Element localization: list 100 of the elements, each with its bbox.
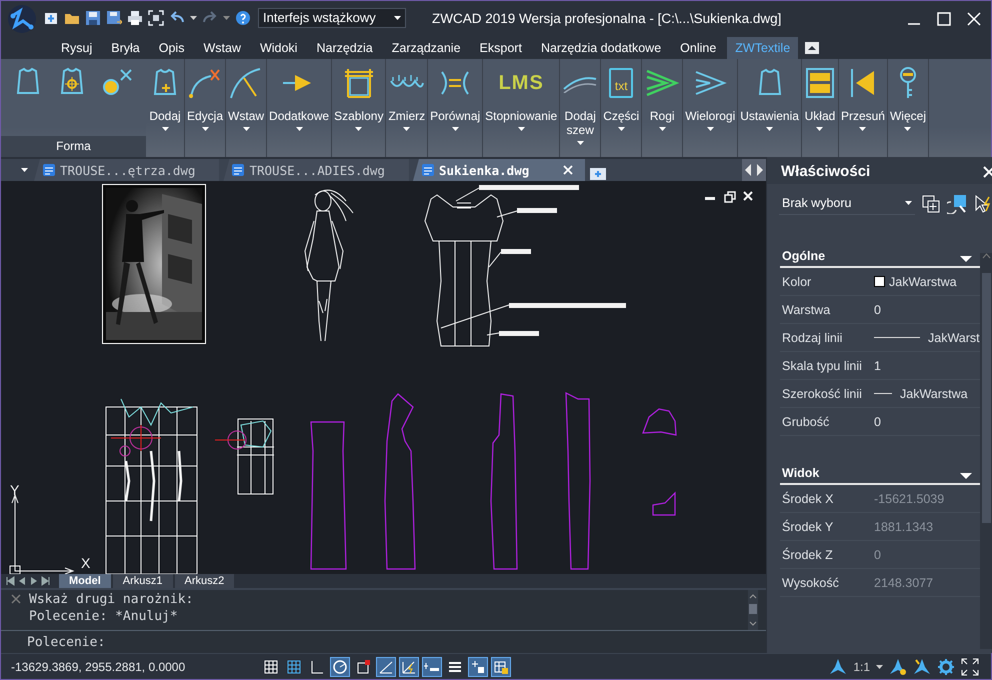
ribbon-tab[interactable]: Bryła [103,36,148,58]
collapse-caret-icon[interactable] [960,472,972,480]
ribbon-tool-button[interactable]: Przesuń [838,59,888,157]
status-toggle-button[interactable] [330,656,350,676]
ribbon-tool-button[interactable]: Ustawienia [738,59,802,157]
ribbon-tool-button[interactable]: Zmierz [386,59,428,157]
viewport-restore-icon[interactable] [724,191,736,203]
ribbon-tool-button[interactable]: txt Części [601,59,642,157]
status-toggle-button[interactable] [491,656,511,676]
ribbon-tool-button[interactable]: Wielorogi [683,59,738,157]
fullscreen-icon[interactable] [961,658,979,676]
property-value[interactable]: 0 [874,414,881,428]
help-icon[interactable] [235,10,251,26]
zoom-extents-icon[interactable] [148,10,164,26]
status-toggle-button[interactable] [399,656,419,676]
layout-icon [804,67,836,99]
quick-select-icon[interactable] [921,194,941,214]
ribbon-tool-button[interactable]: Rogi [642,59,684,157]
ribbon-tab[interactable]: Online [672,36,724,58]
ribbon-tool-button[interactable]: Dodaj szew [560,59,602,157]
property-value[interactable]: JakWarstwa [889,274,957,288]
annotation-visibility-icon[interactable] [889,658,907,676]
window-title: ZWCAD 2019 Wersja profesjonalna - [C:\...\Sukienka.dwg] [432,11,782,26]
file-icon [420,163,435,177]
ribbon-tool-button[interactable]: Szablony [332,59,386,157]
ribbon-tool-button[interactable]: Dodatkowe [267,59,332,157]
caret-icon [355,127,362,131]
property-value: 2148.3077 [874,576,934,590]
printer-icon[interactable] [127,10,143,26]
ribbon-tab[interactable]: Narzędzia dodatkowe [532,36,670,58]
status-toggle-button[interactable] [422,656,442,676]
file-icon [231,163,246,177]
ribbon-tool-button[interactable]: Więcej [888,59,929,157]
angle-lightning-icon [401,658,417,674]
property-value: 1881.1343 [874,520,934,534]
snap-grid-icon [286,658,302,674]
first-icon[interactable] [5,575,15,587]
property-label: Warstwa [781,302,832,316]
layout-tab[interactable]: Model [59,574,111,588]
property-value[interactable]: JakWarst [928,330,980,344]
scrollbar[interactable] [980,253,992,649]
save-icon[interactable] [85,10,101,26]
ribbon-tool-button[interactable]: Układ [802,59,839,157]
ribbon-tool-button[interactable]: LMS Stopniowanie [483,59,560,157]
ribbon-tab[interactable]: Rysuj [53,36,100,58]
caret-icon [876,664,883,668]
selection-dropdown[interactable]: Brak wyboru [779,192,915,215]
caret-icon [706,127,714,131]
workspace-dropdown[interactable]: Interfejs wstążkowy [258,8,406,28]
layout-tab[interactable]: Arkusz2 [174,574,234,588]
save-as-icon[interactable] [106,10,122,26]
select-objects-icon[interactable] [947,194,967,214]
ribbon-tab[interactable]: Opis [150,36,192,58]
caret-icon [394,16,401,20]
ribbon-tool-button[interactable]: Porównaj [428,59,484,157]
logo-icon[interactable] [7,4,37,34]
maximize-icon[interactable] [937,12,951,26]
caret-icon [618,127,625,131]
layout-tab[interactable]: Arkusz1 [112,574,173,588]
ribbon-tab[interactable]: Wstaw [195,36,249,58]
polar-icon [332,658,348,674]
caret-icon [766,127,774,131]
new-tab-icon[interactable] [589,165,608,181]
viewport-close-icon[interactable] [743,191,753,201]
document-tab[interactable]: TROUSE...ętrza.dwg [34,159,220,181]
section-header: Ogólne [782,249,826,263]
previous-icon[interactable] [17,575,27,587]
scroll-up-icon[interactable] [982,253,991,259]
last-icon[interactable] [41,575,51,587]
caret-icon [658,127,666,131]
ribbon-tab[interactable]: Zarządzanie [384,36,469,58]
ribbon-tool-button[interactable]: Wstaw [226,59,268,157]
auto-scale-icon[interactable] [913,658,931,676]
document-tab[interactable]: TROUSE...ADIES.dwg [223,159,409,181]
size-letters-icon: LMS [498,76,544,90]
caret-icon [21,168,28,172]
property-label: Kolor [781,274,812,288]
next-icon[interactable] [29,575,39,587]
ribbon-tool-button[interactable]: Edycja [185,59,226,157]
annotation-scale[interactable]: 1:1 [853,660,870,674]
collapse-ribbon-icon[interactable] [805,42,820,54]
caret-icon [576,141,584,145]
ribbon-tool-button[interactable]: Dodaj [146,59,185,157]
property-value[interactable]: 0 [874,302,881,316]
ribbon-tab[interactable]: Widoki [252,36,306,58]
settings-icon[interactable] [937,658,955,676]
caret-icon [859,127,866,131]
property-value[interactable]: JakWarstwa [900,386,968,400]
annotation-icon[interactable] [829,658,848,676]
property-value[interactable]: 1 [874,358,881,372]
status-toggle-button[interactable] [468,656,488,676]
ribbon-tab[interactable]: Narzędzia [308,36,381,58]
toggle-pickadd-icon[interactable] [973,194,992,214]
panel-title: Forma [1,136,146,157]
collapse-caret-icon[interactable] [960,255,972,263]
table-icon [493,658,509,674]
status-toggle-button[interactable] [376,656,396,676]
ribbon-tab[interactable]: Eksport [472,36,530,58]
angle-icon [378,658,394,674]
document-tab[interactable]: Sukienka.dwg [412,159,586,181]
